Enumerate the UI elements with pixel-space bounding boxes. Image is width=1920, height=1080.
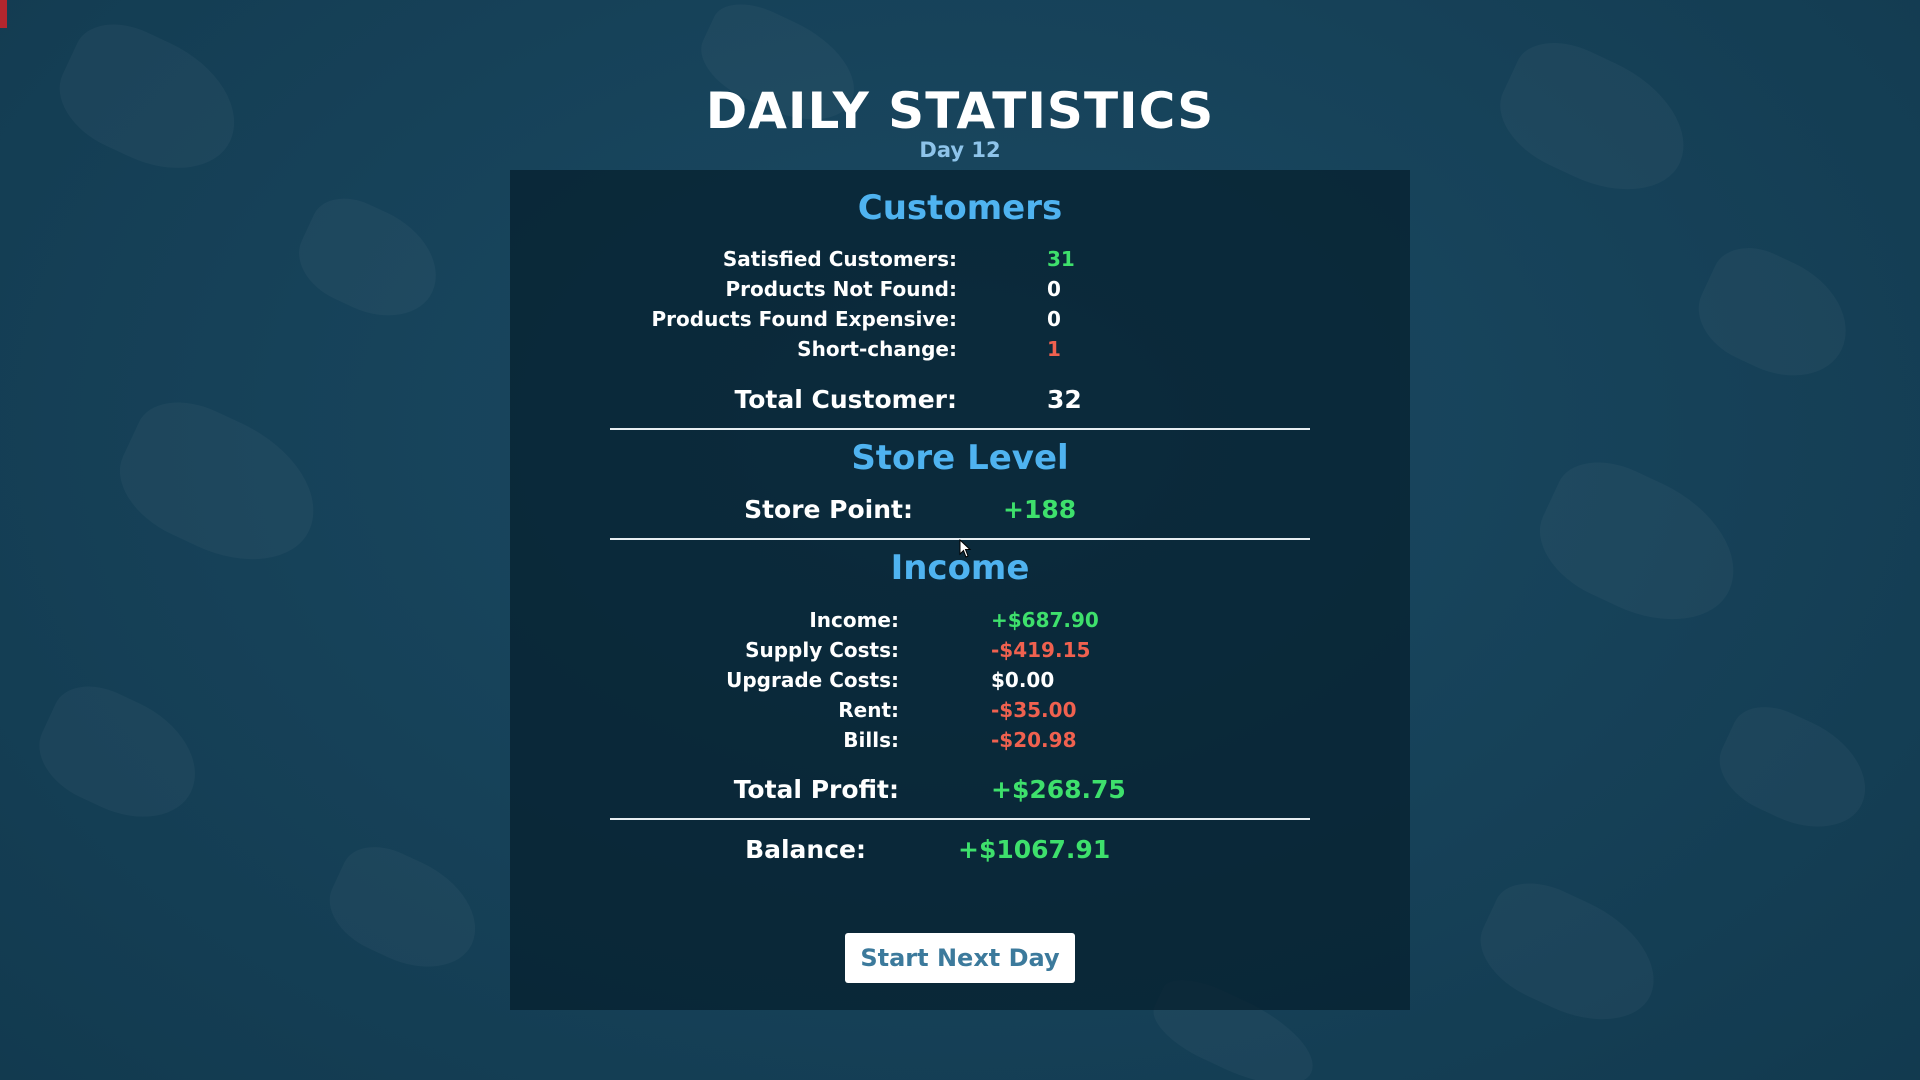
stat-value: 0 (1047, 277, 1061, 301)
stat-label: Satisfied Customers: (722, 247, 957, 271)
income-value: -$35.00 (991, 698, 1077, 722)
day-label: Day 12 (919, 138, 1001, 162)
corner-marker (0, 0, 7, 28)
balance-label: Balance: (745, 835, 866, 864)
income-label: Income: (809, 608, 899, 632)
stat-label: Short-change: (797, 337, 957, 361)
store-point-row: Store Point: +188 (510, 495, 1410, 525)
customers-title: Customers (857, 188, 1063, 228)
total-profit-row: Total Profit: +$268.75 (510, 775, 1410, 805)
stat-row-products-not-found: Products Not Found: 0 (510, 277, 1410, 307)
total-customer-value: 32 (1047, 385, 1082, 414)
stat-row-satisfied-customers: Satisfied Customers: 31 (510, 247, 1410, 277)
stat-label: Products Not Found: (725, 277, 957, 301)
total-customer-row: Total Customer: 32 (510, 385, 1410, 415)
balance-row: Balance: +$1067.91 (510, 835, 1410, 865)
store-point-label: Store Point: (744, 495, 913, 524)
section-divider (610, 428, 1310, 430)
income-label: Upgrade Costs: (726, 668, 899, 692)
income-row-supply-costs: Supply Costs: -$419.15 (510, 638, 1410, 668)
stat-value: 0 (1047, 307, 1061, 331)
income-label: Supply Costs: (745, 638, 899, 662)
stat-row-short-change: Short-change: 1 (510, 337, 1410, 367)
stat-value: 31 (1047, 247, 1075, 271)
income-value: +$687.90 (991, 608, 1099, 632)
income-label: Rent: (838, 698, 899, 722)
income-row-rent: Rent: -$35.00 (510, 698, 1410, 728)
stat-row-products-found-expensive: Products Found Expensive: 0 (510, 307, 1410, 337)
statistics-panel: Customers Satisfied Customers: 31 Produc… (510, 170, 1410, 1010)
stat-value: 1 (1047, 337, 1061, 361)
income-value: -$419.15 (991, 638, 1091, 662)
total-profit-value: +$268.75 (991, 775, 1126, 804)
income-row-upgrade-costs: Upgrade Costs: $0.00 (510, 668, 1410, 698)
balance-value: +$1067.91 (958, 835, 1111, 864)
section-divider (610, 818, 1310, 820)
total-customer-label: Total Customer: (734, 385, 958, 414)
start-next-day-button[interactable]: Start Next Day (845, 933, 1075, 983)
income-value: $0.00 (991, 668, 1055, 692)
income-row-bills: Bills: -$20.98 (510, 728, 1410, 758)
store-level-title: Store Level (851, 438, 1069, 478)
page-title: DAILY STATISTICS (705, 82, 1215, 140)
stat-label: Products Found Expensive: (651, 307, 958, 331)
income-value: -$20.98 (991, 728, 1077, 752)
total-profit-label: Total Profit: (733, 775, 899, 804)
income-row-income: Income: +$687.90 (510, 608, 1410, 638)
income-label: Bills: (843, 728, 899, 752)
store-point-value: +188 (1003, 495, 1077, 524)
